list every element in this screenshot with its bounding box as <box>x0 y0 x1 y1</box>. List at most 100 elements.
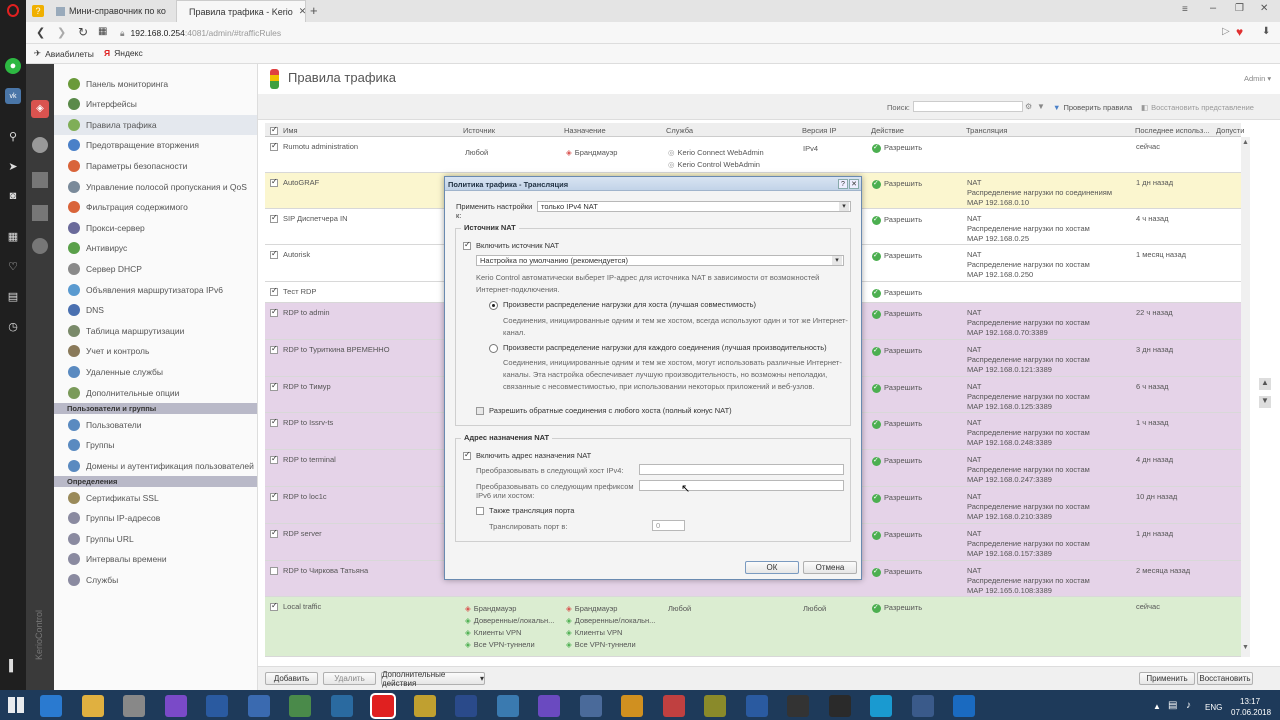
nav-item[interactable]: Учет и контроль <box>68 341 257 361</box>
scroll-up-icon[interactable]: ▲ <box>1242 139 1249 146</box>
nav-item[interactable]: Прокси-сервер <box>68 218 257 238</box>
ok-button[interactable]: ОК <box>745 561 799 574</box>
translation-line[interactable]: NAT <box>967 529 981 538</box>
translation-line[interactable]: NAT <box>967 345 981 354</box>
close-tab-icon[interactable]: ✕ <box>299 6 305 17</box>
action-cell[interactable]: Разрешить <box>872 419 922 429</box>
nav-item[interactable]: Дополнительные опции <box>68 383 257 403</box>
radio-host-balancing[interactable]: Произвести распределение нагрузки для хо… <box>489 300 756 310</box>
tab-reference[interactable]: Мини-справочник по ко <box>48 0 176 22</box>
logs-icon[interactable] <box>32 205 48 221</box>
checkbox[interactable] <box>270 491 278 502</box>
translation-line[interactable]: MAP 192.168.0.247:3389 <box>967 475 1052 484</box>
snapshot-icon[interactable]: ▷ <box>1222 26 1230 37</box>
filter-icon[interactable]: ▼ <box>1037 102 1045 111</box>
explorer-icon[interactable] <box>81 695 104 717</box>
nav-item[interactable]: Правила трафика <box>54 114 257 135</box>
translation-line[interactable]: MAP 192.168.0.248:3389 <box>967 438 1052 447</box>
media-icon[interactable] <box>538 695 560 717</box>
table-row[interactable] <box>265 597 1241 657</box>
translation-line[interactable]: Распределение нагрузки по хостам <box>967 576 1090 585</box>
source-item[interactable]: ◈ Брандмауэр <box>465 604 516 613</box>
outlook-icon[interactable] <box>953 695 975 717</box>
opera-taskbar-icon[interactable] <box>372 695 394 717</box>
move-up-icon[interactable]: ▲ <box>1259 378 1271 390</box>
download-icon[interactable]: ⬇ <box>1262 26 1270 37</box>
rule-name[interactable]: RDP to Туриткина ВРЕМЕННО <box>270 344 390 355</box>
close-window-icon[interactable]: ✕ <box>1260 3 1268 14</box>
action-cell[interactable]: Разрешить <box>872 567 922 577</box>
rule-name[interactable]: RDP to loc1c <box>270 491 327 502</box>
clock-time[interactable]: 13:17 <box>1240 697 1260 706</box>
action-cell[interactable]: Разрешить <box>872 288 922 298</box>
delete-button[interactable]: Удалить <box>323 672 376 685</box>
clock-date[interactable]: 07.06.2018 <box>1231 708 1271 717</box>
checkbox[interactable] <box>270 344 278 355</box>
translation-line[interactable]: Распределение нагрузки по хостам <box>967 539 1090 548</box>
translation-line[interactable]: MAP 192.165.0.108:3389 <box>967 586 1052 595</box>
app-icon[interactable] <box>911 695 934 717</box>
source-item[interactable]: ◈ Клиенты VPN <box>465 628 521 637</box>
nav-item[interactable]: Объявления маршрутизатора IPv6 <box>68 280 257 300</box>
translation-line[interactable]: MAP 192.168.0.125:3389 <box>967 402 1052 411</box>
radio-connection-balancing[interactable]: Произвести распределение нагрузки для ка… <box>489 343 827 353</box>
new-tab-icon[interactable]: + <box>310 3 318 18</box>
speed-dial-icon[interactable]: ▦ <box>98 26 107 37</box>
whatsapp-icon[interactable]: ● <box>5 58 21 74</box>
checkbox[interactable] <box>270 307 278 318</box>
skype-icon[interactable] <box>870 695 892 717</box>
bookmark-yandex[interactable]: Я Яндекс <box>104 48 143 58</box>
service-item[interactable]: Любой <box>668 604 691 613</box>
bookmark-aviabilety[interactable]: ✈ Авиабилеты <box>34 48 94 59</box>
translation-line[interactable]: Распределение нагрузки по хостам <box>967 465 1090 474</box>
nox-icon[interactable] <box>828 695 851 717</box>
action-cell[interactable]: Разрешить <box>872 530 922 540</box>
checkbox[interactable] <box>270 177 278 188</box>
translation-line[interactable]: NAT <box>967 214 981 223</box>
radio[interactable] <box>489 343 498 353</box>
nav-item[interactable]: Предотвращение вторжения <box>68 135 257 155</box>
move-down-icon[interactable]: ▼ <box>1259 396 1271 408</box>
opera-logo-icon[interactable] <box>7 4 19 17</box>
reverse-connections[interactable]: Разрешить обратные соединения с любого х… <box>476 406 732 416</box>
check-rules-button[interactable]: ▼ Проверить правила <box>1053 101 1132 113</box>
translation-line[interactable]: MAP 192.168.0.250 <box>967 270 1033 279</box>
minimize-icon[interactable]: – <box>1210 2 1216 14</box>
nav-item[interactable]: Панель мониторинга <box>68 74 257 94</box>
rule-name[interactable]: AutoGRAF <box>270 177 319 188</box>
port-input[interactable]: 0 <box>652 520 685 531</box>
source-cell[interactable]: Любой <box>465 148 488 157</box>
nav-item[interactable]: Параметры безопасности <box>68 156 257 176</box>
search-input[interactable] <box>913 101 1023 112</box>
col-header-action[interactable]: Действие <box>871 124 904 136</box>
archive-icon[interactable] <box>413 695 436 717</box>
col-header-last-used[interactable]: Последнее использ... <box>1135 124 1210 136</box>
checkbox[interactable] <box>270 381 278 392</box>
translation-line[interactable]: NAT <box>967 178 981 187</box>
add-button[interactable]: Добавить <box>265 672 318 685</box>
checkbox[interactable] <box>270 417 278 428</box>
rule-name[interactable]: Autorisk <box>270 249 310 260</box>
checkbox[interactable] <box>270 141 278 152</box>
powershell-icon[interactable] <box>455 695 477 717</box>
tab-menu-icon[interactable]: ≡ <box>1182 4 1188 15</box>
col-header-translation[interactable]: Трансляция <box>966 124 1007 136</box>
user-menu[interactable]: Admin ▾ <box>1244 74 1271 83</box>
nav-item[interactable]: Пользователи <box>68 415 257 435</box>
checkbox[interactable] <box>270 454 278 465</box>
checkbox[interactable] <box>476 407 484 416</box>
rule-name[interactable]: RDP to Чиркова Татьяна <box>270 566 368 576</box>
translation-line[interactable]: NAT <box>967 308 981 317</box>
tray-chevron-icon[interactable]: ▲ <box>1153 702 1161 711</box>
action-cell[interactable]: Разрешить <box>872 493 922 503</box>
nav-item[interactable]: Таблица маршрутизации <box>68 321 257 341</box>
maximize-icon[interactable]: ❐ <box>1235 3 1244 14</box>
service-item[interactable]: ◎ Kerio Connect WebAdmin <box>668 148 764 157</box>
action-cell[interactable]: Разрешить <box>872 346 922 356</box>
radio[interactable] <box>489 300 498 310</box>
rule-name[interactable]: Тест RDP <box>270 286 316 297</box>
back-icon[interactable]: ❮ <box>36 26 45 39</box>
more-actions-button[interactable]: Дополнительные действия ▾ <box>381 670 485 688</box>
config-icon[interactable] <box>32 238 48 254</box>
source-item[interactable]: ◈ Все VPN-туннели <box>465 640 535 649</box>
